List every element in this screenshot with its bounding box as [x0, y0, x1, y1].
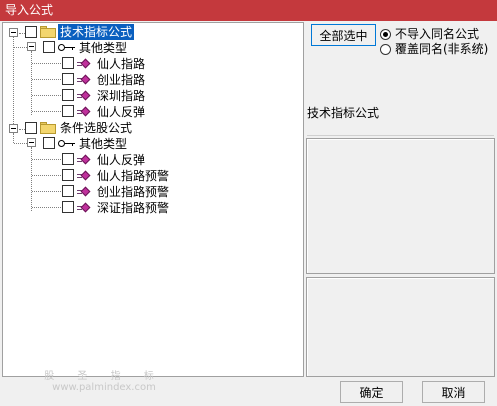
- item-checkbox[interactable]: [62, 105, 74, 117]
- tree-line: [32, 95, 61, 96]
- tree-line: [14, 47, 27, 48]
- group-checkbox[interactable]: [25, 122, 37, 134]
- description-box: [306, 138, 495, 274]
- item-checkbox[interactable]: [62, 185, 74, 197]
- tree-item-label[interactable]: 仙人指路: [97, 56, 145, 72]
- tree-line: [14, 143, 27, 144]
- tree-line: [32, 191, 61, 192]
- tree-subgroup-label[interactable]: 其他类型: [79, 40, 127, 56]
- tree-line: [32, 175, 61, 176]
- tree-item-label[interactable]: 深证指路预警: [97, 200, 169, 216]
- folder-icon: [40, 122, 56, 134]
- watermark-line2: www.palmindex.com: [52, 382, 156, 393]
- tree-line: [32, 159, 61, 160]
- tree-line: [13, 37, 14, 128]
- item-checkbox[interactable]: [62, 201, 74, 213]
- item-checkbox[interactable]: [62, 57, 74, 69]
- formula-icon: [77, 106, 91, 118]
- tree-group-label[interactable]: 条件选股公式: [60, 120, 132, 136]
- tree-line: [13, 133, 14, 143]
- watermark: 股 圣 指 标 www.palmindex.com: [4, 371, 204, 393]
- item-checkbox[interactable]: [62, 89, 74, 101]
- formula-icon: [77, 186, 91, 198]
- tree-line: [32, 111, 61, 112]
- tree-line: [31, 51, 32, 115]
- tree-subgroup-label[interactable]: 其他类型: [79, 136, 127, 152]
- collapse-icon[interactable]: [9, 28, 18, 37]
- selected-formula-label: 技术指标公式: [307, 106, 494, 136]
- tree-line: [32, 207, 61, 208]
- radio-skip-duplicate[interactable]: 不导入同名公式: [380, 27, 479, 42]
- watermark-line1: 股 圣 指 标: [44, 371, 164, 382]
- tree-item-label[interactable]: 创业指路: [97, 72, 145, 88]
- select-all-button[interactable]: 全部选中: [311, 24, 376, 46]
- tree-item-label[interactable]: 仙人反弹: [97, 152, 145, 168]
- tree-item-label[interactable]: 仙人反弹: [97, 104, 145, 120]
- collapse-icon[interactable]: [27, 42, 36, 51]
- radio-button-icon[interactable]: [380, 29, 391, 40]
- formula-icon: [77, 74, 91, 86]
- subgroup-checkbox[interactable]: [43, 41, 55, 53]
- formula-icon: [77, 154, 91, 166]
- folder-icon: [40, 26, 56, 38]
- tree-item-label[interactable]: 仙人指路预警: [97, 168, 169, 184]
- formula-icon: [77, 170, 91, 182]
- item-checkbox[interactable]: [62, 153, 74, 165]
- tree-line: [31, 147, 32, 211]
- formula-icon: [77, 90, 91, 102]
- radio-button-icon[interactable]: [380, 44, 391, 55]
- ok-button[interactable]: 确定: [340, 381, 403, 403]
- radio-label: 不导入同名公式: [395, 27, 480, 41]
- tree-line: [32, 79, 61, 80]
- group-checkbox[interactable]: [25, 26, 37, 38]
- tree-line: [32, 63, 61, 64]
- formula-tree[interactable]: 技术指标公式 其他类型 仙人指路 创业指路 深圳指路 仙人反弹 条件选股公式 其…: [2, 22, 304, 377]
- item-checkbox[interactable]: [62, 73, 74, 85]
- window-title: 导入公式: [0, 0, 497, 21]
- key-icon: [58, 139, 76, 149]
- collapse-icon[interactable]: [9, 124, 18, 133]
- radio-label: 覆盖同名(非系统): [395, 42, 489, 56]
- key-icon: [58, 43, 76, 53]
- radio-overwrite-duplicate[interactable]: 覆盖同名(非系统): [380, 42, 488, 57]
- collapse-icon[interactable]: [27, 138, 36, 147]
- tree-group-label[interactable]: 技术指标公式: [58, 24, 135, 40]
- formula-icon: [77, 202, 91, 214]
- subgroup-checkbox[interactable]: [43, 137, 55, 149]
- tree-item-label[interactable]: 创业指路预警: [97, 184, 169, 200]
- item-checkbox[interactable]: [62, 169, 74, 181]
- formula-icon: [77, 58, 91, 70]
- tree-item-label[interactable]: 深圳指路: [97, 88, 145, 104]
- parameter-box: [306, 277, 495, 377]
- cancel-button[interactable]: 取消: [422, 381, 485, 403]
